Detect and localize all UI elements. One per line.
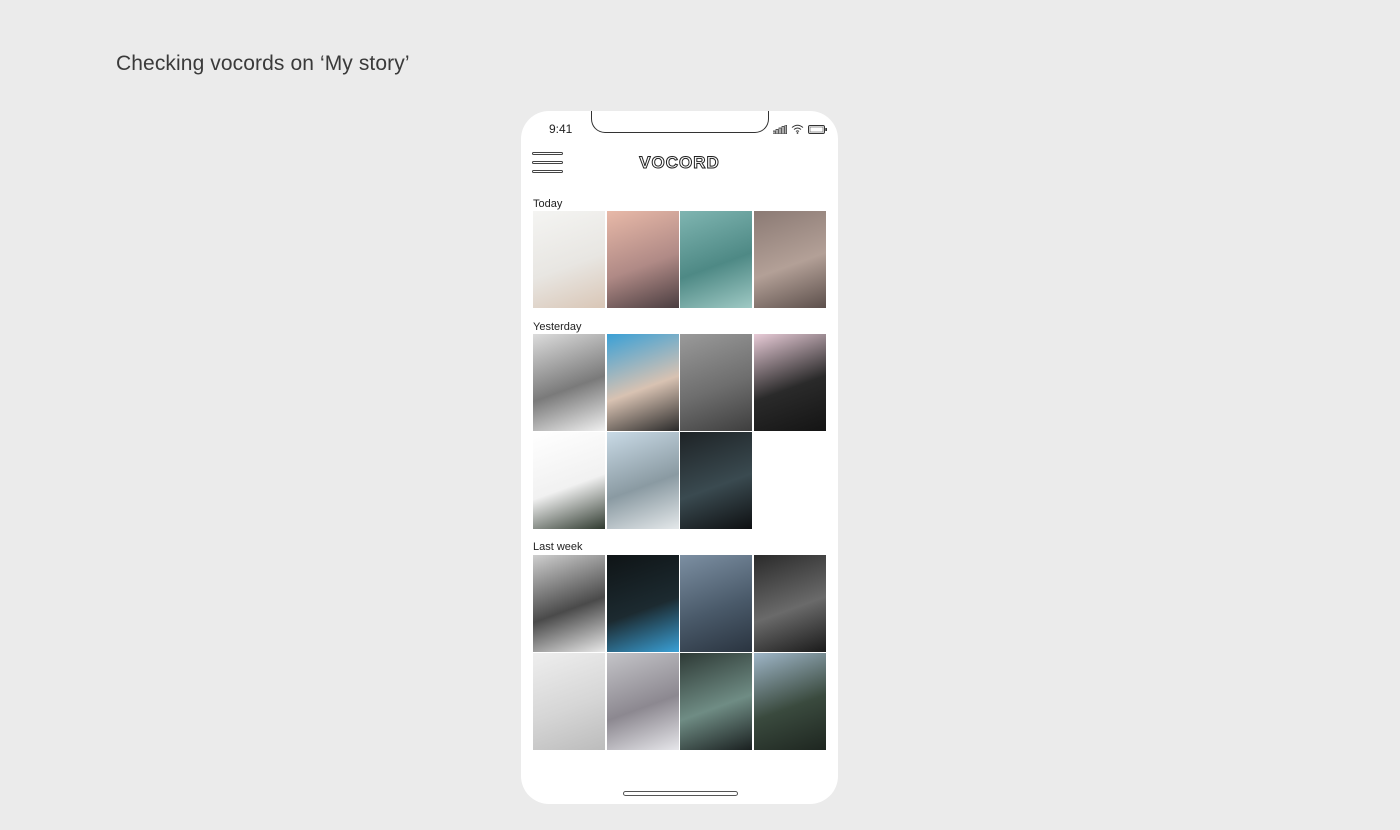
section-label-yesterday: Yesterday bbox=[533, 321, 582, 333]
section-label-last-week: Last week bbox=[533, 541, 583, 553]
photo-forest-sky[interactable] bbox=[754, 653, 826, 750]
photo-city-street[interactable] bbox=[754, 555, 826, 652]
photo-santorini[interactable] bbox=[607, 653, 679, 750]
app-logo: VOCORD bbox=[639, 153, 720, 173]
photo-dark-space[interactable] bbox=[680, 432, 752, 529]
phone-notch bbox=[591, 111, 769, 133]
photo-white-shirt[interactable] bbox=[533, 653, 605, 750]
photo-glass-roof[interactable] bbox=[680, 211, 752, 308]
photo-cake[interactable] bbox=[533, 211, 605, 308]
section-label-today: Today bbox=[533, 198, 563, 210]
photo-pool-swimmer[interactable] bbox=[607, 334, 679, 431]
photo-city-hills[interactable] bbox=[607, 432, 679, 529]
status-time: 9:41 bbox=[549, 122, 573, 136]
photo-blue-haze[interactable] bbox=[680, 555, 752, 652]
photo-rooftop-hills[interactable] bbox=[533, 555, 605, 652]
photo-hustle-neon[interactable] bbox=[607, 555, 679, 652]
photo-dark-leaves[interactable] bbox=[680, 653, 752, 750]
photo-beach-sunset[interactable] bbox=[607, 211, 679, 308]
page-caption: Checking vocords on ‘My story’ bbox=[116, 52, 410, 75]
home-indicator[interactable] bbox=[623, 791, 738, 796]
status-icons bbox=[773, 123, 828, 135]
signal-icon bbox=[773, 124, 787, 134]
photo-palm-beach[interactable] bbox=[533, 432, 605, 529]
phone-frame: 9:41 VOCORD Today Yesterday Last week bbox=[521, 111, 838, 804]
photo-pink-mountain[interactable] bbox=[754, 334, 826, 431]
photo-aerial-ruins[interactable] bbox=[754, 211, 826, 308]
battery-icon bbox=[808, 124, 827, 134]
photo-misty-trees[interactable] bbox=[680, 334, 752, 431]
wifi-icon bbox=[791, 124, 804, 134]
photo-gamepad[interactable] bbox=[533, 334, 605, 431]
